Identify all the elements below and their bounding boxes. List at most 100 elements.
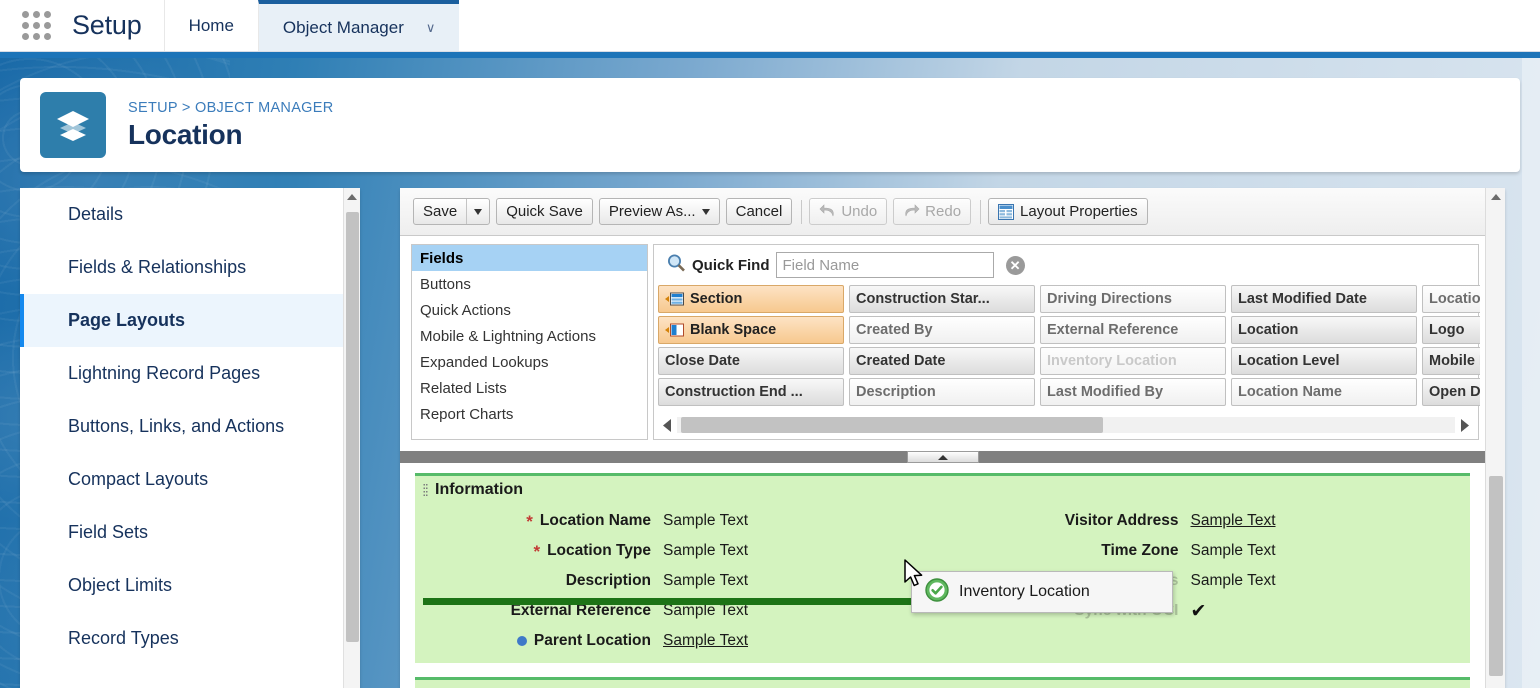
sidebar-item-lightning-record-pages[interactable]: Lightning Record Pages: [20, 347, 360, 400]
palette-field-construction-end[interactable]: Construction End ...: [658, 378, 844, 406]
sidebar-item-compact-layouts[interactable]: Compact Layouts: [20, 453, 360, 506]
scroll-left-arrow-icon[interactable]: [659, 418, 675, 432]
sidebar-item-label: Fields & Relationships: [68, 257, 247, 277]
palette-field-external-reference[interactable]: External Reference: [1040, 316, 1226, 344]
palette-type-quick-actions[interactable]: Quick Actions: [412, 297, 647, 323]
field-label: * Location Type: [415, 542, 663, 560]
save-dropdown-toggle[interactable]: [466, 199, 489, 224]
layout-section-next[interactable]: [415, 677, 1470, 688]
sidebar-item-page-layouts[interactable]: Page Layouts: [20, 294, 360, 347]
app-launcher-button[interactable]: [0, 0, 72, 51]
editor-toolbar: Save Quick Save Preview As... Cancel Und…: [400, 188, 1485, 236]
palette-field-created-by[interactable]: Created By: [849, 316, 1035, 344]
drag-grip-icon[interactable]: [423, 483, 428, 497]
palette-field-section[interactable]: Section: [658, 285, 844, 313]
quick-find-row: Quick Find ✕: [654, 245, 1478, 285]
cancel-button[interactable]: Cancel: [725, 198, 793, 225]
undo-arrow-icon: [819, 204, 836, 219]
layout-field-time-zone[interactable]: Time Zone Sample Text: [943, 536, 1471, 566]
palette-type-fields[interactable]: Fields: [412, 245, 647, 271]
palette-field-label: Location Name: [1238, 384, 1342, 400]
palette-field-description[interactable]: Description: [849, 378, 1035, 406]
section-header[interactable]: Information: [415, 476, 1470, 504]
save-button[interactable]: Save: [413, 198, 491, 225]
palette-type-label: Quick Actions: [420, 301, 511, 319]
sidebar-item-field-sets[interactable]: Field Sets: [20, 506, 360, 559]
quick-find-label: Quick Find: [692, 256, 770, 274]
palette-canvas-splitter[interactable]: [400, 451, 1485, 463]
palette-field-label: Location: [1429, 291, 1480, 307]
splitter-collapse-handle[interactable]: [906, 451, 979, 463]
palette-field-open-date-truncated[interactable]: Open Da: [1422, 378, 1480, 406]
sidebar-item-record-types[interactable]: Record Types: [20, 612, 360, 665]
window-vertical-scrollbar[interactable]: [1522, 58, 1540, 688]
redo-button: Redo: [893, 198, 972, 225]
layout-properties-button[interactable]: Layout Properties: [988, 198, 1148, 225]
sidebar-item-label: Page Layouts: [68, 310, 186, 330]
preview-as-button[interactable]: Preview As...: [598, 198, 720, 225]
palette-field-label: Inventory Location: [1047, 353, 1177, 369]
record-header: SETUP > OBJECT MANAGER Location: [20, 78, 1520, 172]
palette-field-logo[interactable]: Logo: [1422, 316, 1480, 344]
field-label: Description: [415, 572, 663, 590]
palette-field-driving-directions[interactable]: Driving Directions: [1040, 285, 1226, 313]
sidebar-item-fields-relationships[interactable]: Fields & Relationships: [20, 241, 360, 294]
layout-field-visitor-address[interactable]: Visitor Address Sample Text: [943, 506, 1471, 536]
palette-field-location-level[interactable]: Location Level: [1231, 347, 1417, 375]
clear-x-icon[interactable]: ✕: [1005, 255, 1025, 275]
palette-field-created-date[interactable]: Created Date: [849, 347, 1035, 375]
palette-field-location-truncated[interactable]: Location: [1422, 285, 1480, 313]
palette-hscroll-thumb[interactable]: [681, 417, 1103, 433]
palette-horizontal-scrollbar[interactable]: [659, 413, 1473, 437]
palette-field-inventory-location[interactable]: Inventory Location: [1040, 347, 1226, 375]
palette-field-label: Last Modified Date: [1238, 291, 1367, 307]
palette-type-mobile-lightning-actions[interactable]: Mobile & Lightning Actions: [412, 323, 647, 349]
palette-field-last-modified-by[interactable]: Last Modified By: [1040, 378, 1226, 406]
field-label: Visitor Address: [943, 512, 1191, 530]
app-launcher-waffle-icon: [21, 11, 51, 40]
palette-field-close-date[interactable]: Close Date: [658, 347, 844, 375]
chevron-down-icon[interactable]: ∨: [426, 21, 436, 34]
scroll-up-arrow-icon[interactable]: [1486, 188, 1505, 206]
palette-type-buttons[interactable]: Buttons: [412, 271, 647, 297]
breadcrumb[interactable]: SETUP > OBJECT MANAGER: [128, 100, 334, 116]
layout-section-information[interactable]: Information * Location Name Sample Text …: [415, 473, 1470, 663]
layout-field-parent-location[interactable]: Parent Location Sample Text: [415, 626, 943, 656]
palette-type-expanded-lookups[interactable]: Expanded Lookups: [412, 349, 647, 375]
scroll-up-arrow-icon[interactable]: [344, 188, 360, 205]
editor-vertical-scrollbar[interactable]: [1485, 188, 1505, 688]
sidebar-item-object-limits[interactable]: Object Limits: [20, 559, 360, 612]
sidebar-scrollbar[interactable]: [343, 188, 360, 688]
sidebar-item-details[interactable]: Details: [20, 188, 360, 241]
quick-find-input[interactable]: [775, 252, 994, 278]
palette-field-location[interactable]: Location: [1231, 316, 1417, 344]
nav-tab-home[interactable]: Home: [163, 0, 258, 51]
palette-field-location-name[interactable]: Location Name: [1231, 378, 1417, 406]
palette-field-label: Location: [1238, 322, 1299, 338]
palette-type-related-lists[interactable]: Related Lists: [412, 375, 647, 401]
sidebar-item-label: Field Sets: [68, 522, 149, 542]
sidebar-item-buttons-links-actions[interactable]: Buttons, Links, and Actions: [20, 400, 360, 453]
object-sidebar-nav: Details Fields & Relationships Page Layo…: [20, 188, 360, 688]
nav-tab-object-manager[interactable]: Object Manager ∨: [257, 0, 460, 51]
palette-field-construction-start[interactable]: Construction Star...: [849, 285, 1035, 313]
preview-as-button-label: Preview As...: [608, 203, 696, 220]
redo-arrow-icon: [903, 204, 920, 219]
field-value: Sample Text: [663, 512, 749, 529]
layout-field-description[interactable]: Description Sample Text: [415, 566, 943, 596]
scroll-right-arrow-icon[interactable]: [1457, 418, 1473, 432]
quick-save-button[interactable]: Quick Save: [496, 198, 593, 225]
layout-field-location-name[interactable]: * Location Name Sample Text: [415, 506, 943, 536]
required-asterisk-icon: *: [533, 541, 541, 561]
palette-field-last-modified-date[interactable]: Last Modified Date: [1231, 285, 1417, 313]
palette-hscroll-track[interactable]: [677, 417, 1455, 433]
palette-field-blank-space[interactable]: Blank Space: [658, 316, 844, 344]
sidebar-scrollbar-thumb[interactable]: [346, 212, 359, 642]
editor-vscroll-thumb[interactable]: [1489, 476, 1503, 676]
drop-position-indicator: [423, 598, 947, 605]
palette-type-report-charts[interactable]: Report Charts: [412, 401, 647, 427]
section-header[interactable]: [415, 680, 1470, 688]
layout-field-location-type[interactable]: * Location Type Sample Text: [415, 536, 943, 566]
palette-field-mobile-truncated[interactable]: Mobile L: [1422, 347, 1480, 375]
redo-button-label: Redo: [925, 203, 962, 220]
